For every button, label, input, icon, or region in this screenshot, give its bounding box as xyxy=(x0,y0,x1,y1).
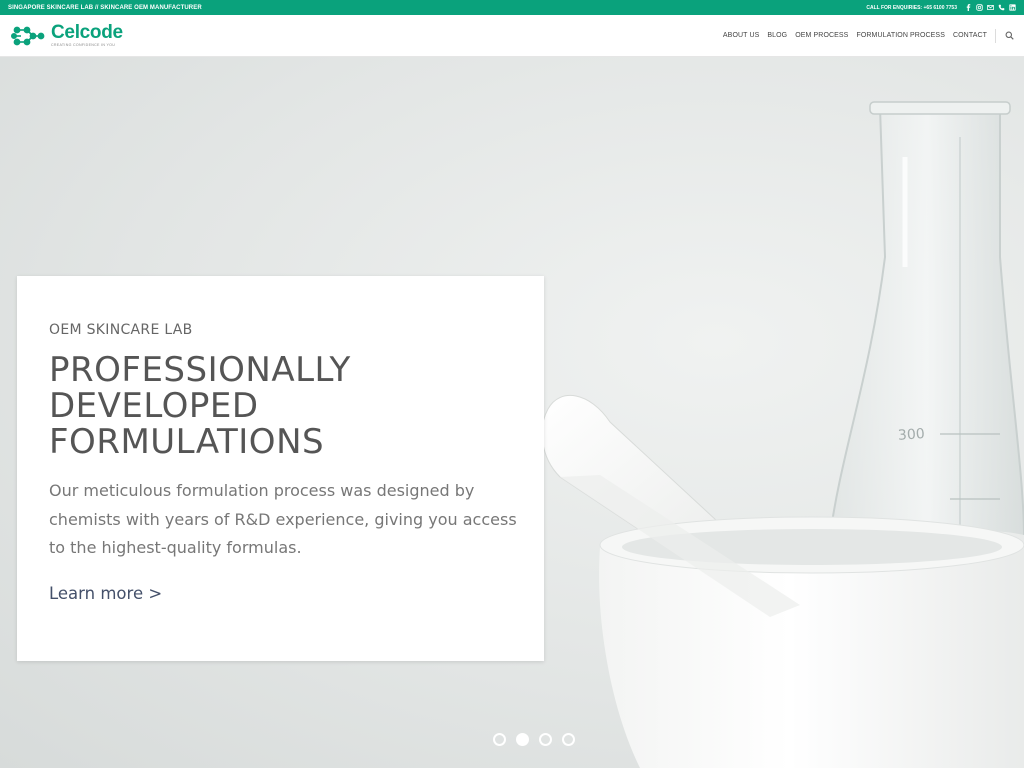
search-icon[interactable] xyxy=(1004,31,1014,41)
instagram-icon[interactable] xyxy=(976,4,983,11)
hero-slider: 300 OEM SKINCARE LAB PROFESSIONALLY DEVE… xyxy=(0,57,1024,768)
hero-content-card: OEM SKINCARE LAB PROFESSIONALLY DEVELOPE… xyxy=(17,276,544,661)
facebook-icon[interactable] xyxy=(965,4,972,11)
slider-pagination xyxy=(0,733,1024,746)
slider-dot[interactable] xyxy=(539,733,552,746)
nav-formulation-process[interactable]: FORMULATION PROCESS xyxy=(856,32,945,39)
enquiries-phone[interactable]: CALL FOR ENQUIRIES: +65 6100 7753 xyxy=(866,5,957,11)
celcode-logo[interactable]: Celcode CREATING CONFIDENCE IN YOU xyxy=(11,22,123,50)
logo-wordmark: Celcode xyxy=(51,22,123,44)
topbar-tagline: SINGAPORE SKINCARE LAB // SKINCARE OEM M… xyxy=(8,4,202,11)
slider-dot-active[interactable] xyxy=(516,733,529,746)
hero-headline-line: DEVELOPED xyxy=(49,386,259,426)
topbar-contact: CALL FOR ENQUIRIES: +65 6100 7753 xyxy=(866,4,1016,11)
linkedin-icon[interactable] xyxy=(1009,4,1016,11)
nav-oem-process[interactable]: OEM PROCESS xyxy=(795,32,848,39)
hero-headline-line: FORMULATIONS xyxy=(49,422,325,462)
phone-icon[interactable] xyxy=(998,4,1005,11)
hero-headline: PROFESSIONALLY DEVELOPED FORMULATIONS xyxy=(49,352,512,460)
nav-divider xyxy=(995,28,996,43)
main-navigation: ABOUT US BLOG OEM PROCESS FORMULATION PR… xyxy=(715,28,1014,43)
nav-about-us[interactable]: ABOUT US xyxy=(723,32,759,39)
slider-dot[interactable] xyxy=(562,733,575,746)
top-announcement-bar: SINGAPORE SKINCARE LAB // SKINCARE OEM M… xyxy=(0,0,1024,15)
email-icon[interactable] xyxy=(987,4,994,11)
hero-headline-line: PROFESSIONALLY xyxy=(49,350,351,390)
nav-contact[interactable]: CONTACT xyxy=(953,32,987,39)
logo-tagline: CREATING CONFIDENCE IN YOU xyxy=(51,43,116,48)
slider-dot[interactable] xyxy=(493,733,506,746)
learn-more-link[interactable]: Learn more > xyxy=(49,584,162,603)
molecule-logo-icon xyxy=(11,22,45,50)
beaker-marking: 300 xyxy=(897,426,925,444)
hero-description: Our meticulous formulation process was d… xyxy=(49,481,517,557)
hero-kicker: OEM SKINCARE LAB xyxy=(49,322,193,338)
site-header: Celcode CREATING CONFIDENCE IN YOU ABOUT… xyxy=(0,15,1024,57)
nav-blog[interactable]: BLOG xyxy=(767,32,787,39)
